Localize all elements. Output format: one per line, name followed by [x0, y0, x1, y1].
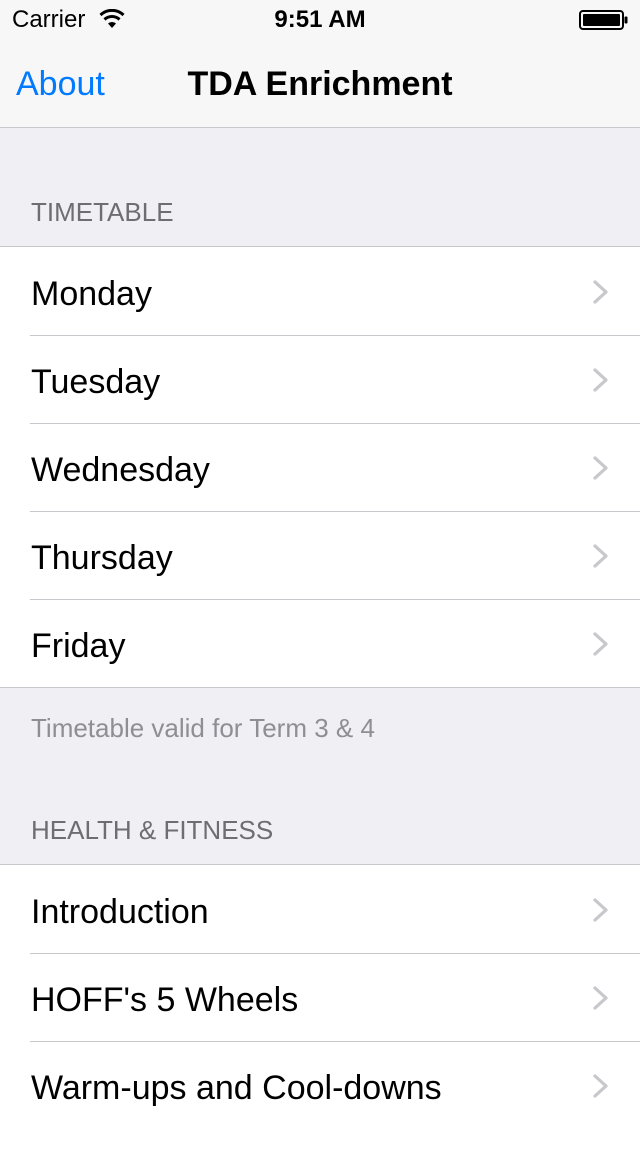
- battery-icon: [579, 10, 628, 30]
- section-header-health-fitness: HEALTH & FITNESS: [31, 815, 274, 845]
- chevron-right-icon: [593, 368, 608, 392]
- list-item-label: Monday: [31, 275, 152, 313]
- section-footer-timetable: Timetable valid for Term 3 & 4: [31, 713, 375, 743]
- chevron-right-icon: [593, 544, 608, 568]
- navigation-bar: About TDA Enrichment: [0, 40, 640, 128]
- list-item-wednesday[interactable]: Wednesday: [0, 423, 640, 511]
- chevron-right-icon: [593, 632, 608, 656]
- list-item-thursday[interactable]: Thursday: [0, 511, 640, 599]
- list-item-label: Wednesday: [31, 451, 210, 489]
- list-item-tuesday[interactable]: Tuesday: [0, 335, 640, 423]
- chevron-right-icon: [593, 986, 608, 1010]
- chevron-right-icon: [593, 898, 608, 922]
- status-bar: Carrier 9:51 AM: [0, 0, 640, 40]
- list-item-warm-ups-cool-downs[interactable]: Warm-ups and Cool-downs: [0, 1041, 640, 1129]
- chevron-right-icon: [593, 456, 608, 480]
- list-item-hoffs-5-wheels[interactable]: HOFF's 5 Wheels: [0, 953, 640, 1041]
- list-item-friday[interactable]: Friday: [0, 599, 640, 687]
- list-item-label: Introduction: [31, 893, 209, 931]
- chevron-right-icon: [593, 280, 608, 304]
- list-item-label: HOFF's 5 Wheels: [31, 981, 299, 1019]
- list-item-introduction[interactable]: Introduction: [0, 865, 640, 953]
- page-title: TDA Enrichment: [187, 65, 453, 103]
- chevron-right-icon: [593, 1074, 608, 1098]
- list-item-label: Friday: [31, 627, 126, 665]
- health-fitness-list: Introduction HOFF's 5 Wheels Warm-ups an…: [0, 864, 640, 1154]
- section-header-timetable: TIMETABLE: [31, 197, 174, 227]
- list-item-label: Tuesday: [31, 363, 161, 401]
- list-item-monday[interactable]: Monday: [0, 247, 640, 335]
- list-item-label: Thursday: [31, 539, 173, 577]
- list-item-label: Warm-ups and Cool-downs: [31, 1069, 442, 1107]
- status-time: 9:51 AM: [274, 6, 366, 33]
- timetable-list: Monday Tuesday Wednesday Thursday Friday: [0, 246, 640, 688]
